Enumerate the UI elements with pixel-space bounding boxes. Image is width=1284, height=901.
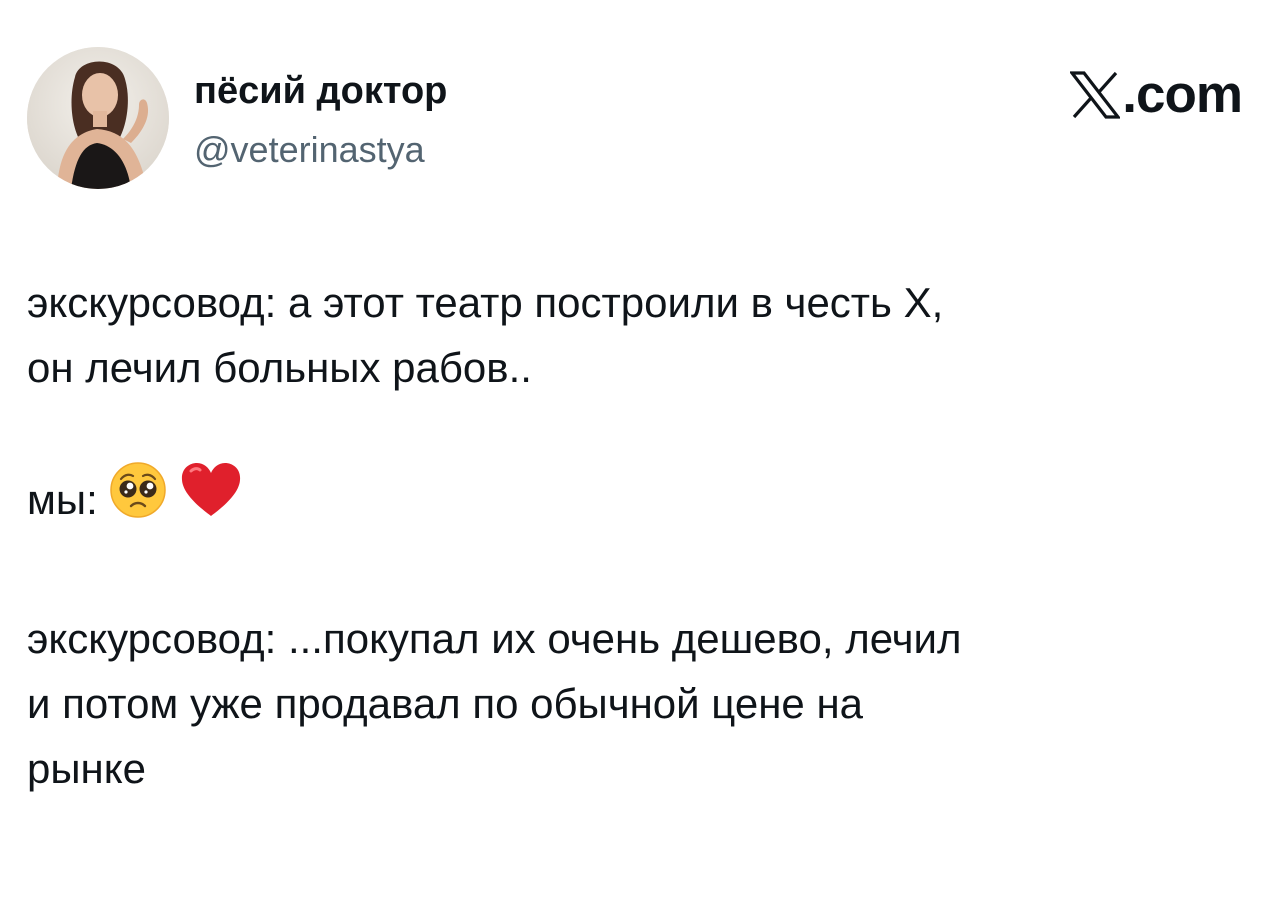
red-heart-emoji <box>179 461 243 537</box>
avatar[interactable] <box>27 47 169 189</box>
tweet-paragraph-3: экскурсовод: ...покупал их очень дешево,… <box>27 615 962 792</box>
tweet-paragraph-2-text: мы: <box>27 476 98 524</box>
pleading-face-emoji <box>109 461 167 537</box>
tweet-header: пёсий доктор @veterinastya .com <box>27 47 1243 189</box>
brand-suffix: .com <box>1122 65 1243 124</box>
tweet-paragraph-2: мы: <box>27 462 1247 541</box>
x-com-brand: .com <box>1070 65 1243 124</box>
tweet-paragraph-1: экскурсовод: а этот театр построили в че… <box>27 279 944 391</box>
author-handle[interactable]: @veterinastya <box>194 129 425 171</box>
x-logo-icon <box>1070 71 1121 119</box>
author-display-name[interactable]: пёсий доктор <box>194 69 447 113</box>
avatar-photo <box>27 47 169 189</box>
tweet-body: экскурсовод: а этот театр построили в че… <box>27 270 1247 801</box>
